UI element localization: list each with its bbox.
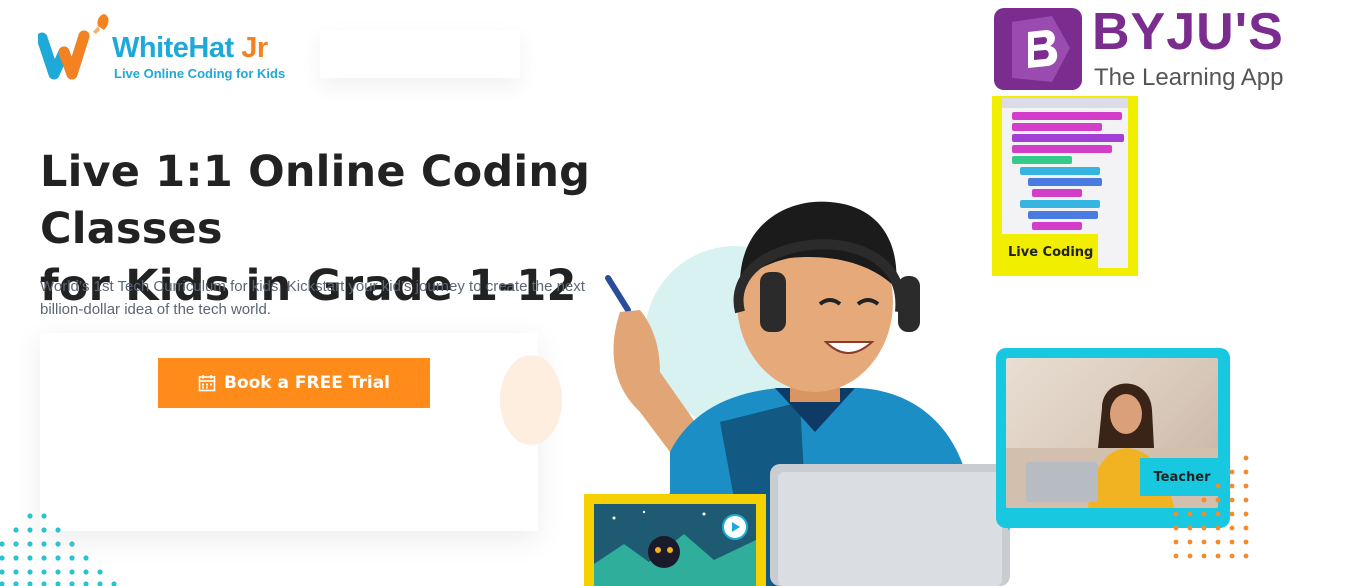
decor-dots-left xyxy=(0,513,117,586)
brand-tagline: Live Online Coding for Kids xyxy=(114,66,286,81)
rocket-icon xyxy=(93,14,109,34)
byjus-tagline: The Learning App xyxy=(1094,64,1284,91)
live-coding-label: Live Coding xyxy=(992,234,1098,270)
byjus-name: BYJU'S xyxy=(1092,3,1284,61)
decor-dots-right xyxy=(1173,455,1249,559)
hero-subtext: World’s 1st Tech Curriculum for kids. Ki… xyxy=(40,278,585,318)
live-coding-card: Live Coding xyxy=(992,96,1138,276)
book-free-trial-label: Book a FREE Trial xyxy=(223,373,390,393)
calendar-icon xyxy=(198,375,216,392)
book-free-trial-button[interactable]: Book a FREE Trial xyxy=(158,358,430,408)
page-title-line1: Live 1:1 Online Coding Classes xyxy=(40,147,591,254)
play-icon[interactable] xyxy=(722,514,748,540)
whitehat-logo[interactable]: WhiteHat Jr Live Online Coding for Kids xyxy=(38,12,298,84)
speech-bubble-tail xyxy=(1006,510,1030,530)
brand-name: WhiteHat Jr xyxy=(112,32,268,64)
game-preview-card xyxy=(584,494,766,586)
top-nav-placeholder xyxy=(320,30,520,78)
decor-peach-circle xyxy=(500,355,562,445)
byjus-mark-icon xyxy=(994,8,1082,90)
byjus-logo[interactable]: BYJU'S The Learning App xyxy=(994,3,1334,92)
